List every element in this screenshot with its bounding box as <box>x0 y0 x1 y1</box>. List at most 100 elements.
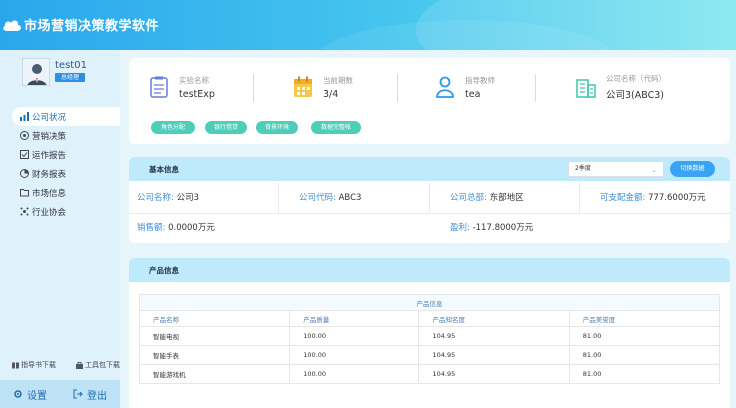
table-cell: 100.00 <box>289 364 420 384</box>
table-header-row: 产品名称 产品质量 产品知名度 产品美誉度 <box>138 310 721 327</box>
clipboard-icon <box>150 76 168 98</box>
table-cell: 81.00 <box>568 326 721 346</box>
experiment-info-card: 实验名称 testExp 当前期数 3/4 指导教师 tea 公司名称（代码） … <box>129 58 730 144</box>
book-icon <box>12 362 19 368</box>
tools-download-link[interactable]: 工具包下载 <box>76 360 120 370</box>
gear-icon <box>14 390 22 398</box>
divider <box>429 183 430 214</box>
sidebar-item-operation-report[interactable]: 运作报告 <box>12 145 120 164</box>
sidebar-item-financial-report[interactable]: 财务报表 <box>12 164 120 183</box>
user-profile: test01 总经理 <box>22 58 106 94</box>
divider <box>278 183 279 214</box>
chevron-down-icon: ⌄ <box>651 166 657 174</box>
cloud-logo-icon <box>3 20 21 31</box>
folder-icon <box>20 189 29 197</box>
company-name-label: 公司名称: <box>137 193 174 203</box>
app-logo: 市场营销决策教学软件 <box>2 15 159 34</box>
settings-button[interactable]: 设置 <box>0 380 60 408</box>
sales-label: 销售额: <box>137 223 166 233</box>
switch-data-button[interactable]: 切换数据 <box>670 161 715 177</box>
pie-chart-icon <box>20 169 29 178</box>
divider <box>253 74 254 102</box>
settings-label: 设置 <box>27 390 47 402</box>
teacher-value: tea <box>465 88 481 100</box>
hq-label: 公司总部: <box>450 193 487 203</box>
target-icon <box>20 131 29 140</box>
profit-value: -117.8000万元 <box>472 223 534 233</box>
avatar <box>22 58 50 86</box>
sales-value: 0.0000万元 <box>168 223 215 233</box>
table-row: 智能游戏机 100.00 104.95 81.00 <box>138 364 721 384</box>
sidebar-item-company-status[interactable]: 公司状况 <box>12 107 120 126</box>
briefcase-icon <box>76 361 83 369</box>
column-header: 产品知名度 <box>418 310 570 327</box>
building-icon <box>576 79 596 98</box>
company-label: 公司名称（代码） <box>606 74 666 83</box>
quarter-select-value: 2季度 <box>575 165 591 172</box>
hq-field: 公司总部: 东部地区 <box>450 183 524 214</box>
table-cell: 104.95 <box>418 345 570 365</box>
sidebar-item-label: 运作报告 <box>32 150 67 161</box>
sidebar-item-industry-association[interactable]: 行业协会 <box>12 202 120 221</box>
basic-info-body: 公司名称: 公司3 公司代码: ABC3 公司总部: 东部地区 可支配金额: 7… <box>129 181 730 243</box>
current-period-label: 当前期数 <box>323 75 353 85</box>
teacher-block: 指导教师 tea <box>435 70 495 104</box>
background-env-button[interactable]: 背景环境 <box>256 121 298 134</box>
logout-button[interactable]: 登出 <box>60 380 120 408</box>
guide-download-link[interactable]: 指导书下载 <box>12 360 56 370</box>
column-header: 产品质量 <box>289 310 420 327</box>
table-cell: 智能电视 <box>138 326 291 346</box>
current-period-value: 3/4 <box>323 88 339 100</box>
quarter-select[interactable]: 2季度 ⌄ <box>568 161 664 177</box>
current-period-block: 当前期数 3/4 <box>293 70 353 104</box>
company-code-field: 公司代码: ABC3 <box>299 183 361 214</box>
table-row: 智能电视 100.00 104.95 81.00 <box>138 326 721 346</box>
bank-loan-button[interactable]: 银行借贷 <box>205 121 247 134</box>
downloads: 指导书下载 工具包下载 <box>12 360 120 370</box>
sidebar-menu: 公司状况 营销决策 运作报告 财务报表 市场信息 行业协会 <box>12 107 120 221</box>
sidebar-item-marketing-decision[interactable]: 营销决策 <box>12 126 120 145</box>
profit-label: 盈利: <box>450 223 470 233</box>
sales-field: 销售额: 0.0000万元 <box>137 213 215 244</box>
table-cell: 智能游戏机 <box>138 364 291 384</box>
experiment-name-block: 实验名称 testExp <box>149 70 215 104</box>
app-header: 市场营销决策教学软件 <box>0 0 736 50</box>
product-info-title: 产品信息 <box>149 266 179 275</box>
company-value: 公司3(ABC3) <box>606 90 664 101</box>
company-block: 公司名称（代码） 公司3(ABC3) <box>576 70 666 104</box>
sidebar-item-label: 财务报表 <box>32 169 67 180</box>
sidebar: test01 总经理 公司状况 营销决策 运作报告 财务报表 市场信息 行业协会 <box>0 50 120 408</box>
table-cell: 100.00 <box>289 345 420 365</box>
divider <box>535 74 536 102</box>
table-cell: 智能手表 <box>138 345 291 365</box>
table-cell: 100.00 <box>289 326 420 346</box>
product-table-caption: 产品信息 <box>139 294 720 311</box>
hq-value: 东部地区 <box>489 193 524 203</box>
table-cell: 104.95 <box>418 364 570 384</box>
table-cell: 81.00 <box>568 364 721 384</box>
network-icon <box>20 207 29 216</box>
app-title: 市场营销决策教学软件 <box>24 19 160 34</box>
company-code-label: 公司代码: <box>299 193 336 203</box>
tools-download-label: 工具包下载 <box>85 361 120 369</box>
funds-value: 777.6000万元 <box>648 193 706 203</box>
experiment-name-value: testExp <box>179 88 215 100</box>
role-badge: 总经理 <box>55 73 85 82</box>
product-info-body: 产品信息 产品名称 产品质量 产品知名度 产品美誉度 智能电视 100.00 1… <box>129 282 730 408</box>
role-assign-button[interactable]: 角色分配 <box>151 121 195 134</box>
table-row: 智能手表 100.00 104.95 81.00 <box>138 345 721 365</box>
logout-icon <box>73 389 83 399</box>
basic-info-header: 基本信息 2季度 ⌄ 切换数据 <box>129 157 730 181</box>
sidebar-item-market-info[interactable]: 市场信息 <box>12 183 120 202</box>
profit-field: 盈利: -117.8000万元 <box>450 213 533 244</box>
table-cell: 81.00 <box>568 345 721 365</box>
funds-field: 可支配金额: 777.6000万元 <box>600 183 706 214</box>
teacher-label: 指导教师 <box>465 75 495 85</box>
user-avatar-icon <box>23 59 49 85</box>
data-complete-button[interactable]: 数据完整帐 <box>311 121 361 134</box>
calendar-icon <box>294 76 312 97</box>
divider <box>579 183 580 214</box>
sidebar-item-label: 营销决策 <box>32 131 67 142</box>
company-name-field: 公司名称: 公司3 <box>137 183 199 214</box>
sidebar-item-label: 公司状况 <box>32 112 67 123</box>
